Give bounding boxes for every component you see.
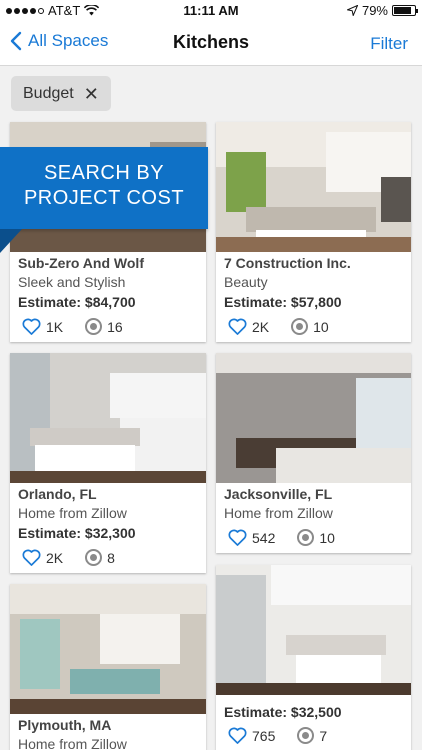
- kitchen-photo: [216, 565, 411, 695]
- card-stats: 2K 8: [22, 549, 115, 566]
- like-stat[interactable]: 542: [228, 529, 275, 546]
- navigation-bar: All Spaces Kitchens Filter: [0, 22, 422, 66]
- project-card[interactable]: Jacksonville, FL Home from Zillow 542 10: [216, 353, 411, 553]
- view-count-icon: [85, 318, 103, 335]
- banner-line-2: PROJECT COST: [23, 187, 185, 209]
- card-title: 7 Construction Inc.: [224, 255, 351, 271]
- card-info: 7 Construction Inc. Beauty Estimate: $57…: [224, 255, 405, 310]
- view-count: 7: [319, 727, 328, 744]
- card-stats: 1K 16: [22, 318, 123, 335]
- card-estimate: Estimate: $32,500: [224, 704, 342, 720]
- project-card[interactable]: Orlando, FL Home from Zillow Estimate: $…: [10, 353, 206, 573]
- project-card[interactable]: Plymouth, MA Home from Zillow: [10, 584, 206, 750]
- view-count-icon: [297, 529, 315, 546]
- search-by-cost-banner[interactable]: SEARCH BY PROJECT COST: [0, 147, 208, 229]
- view-count: 10: [319, 529, 335, 546]
- like-count: 2K: [46, 549, 64, 566]
- card-subtitle: Beauty: [224, 274, 268, 290]
- project-card[interactable]: Estimate: $32,500 765 7: [216, 565, 411, 750]
- heart-icon: [22, 549, 41, 566]
- like-count: 542: [252, 529, 276, 546]
- card-info: Orlando, FL Home from Zillow Estimate: $…: [18, 486, 200, 541]
- like-stat[interactable]: 1K: [22, 318, 63, 335]
- kitchen-photo: [216, 353, 411, 483]
- like-count: 2K: [252, 318, 270, 335]
- kitchen-photo: [10, 353, 206, 483]
- view-stat: 16: [85, 318, 123, 335]
- view-count: 16: [107, 318, 123, 335]
- view-stat: 7: [297, 727, 327, 744]
- card-estimate: Estimate: $84,700: [18, 294, 136, 310]
- back-button[interactable]: All Spaces: [10, 31, 108, 51]
- card-subtitle: Sleek and Stylish: [18, 274, 126, 290]
- filter-button[interactable]: Filter: [370, 34, 408, 54]
- heart-icon: [228, 318, 247, 335]
- kitchen-photo: [216, 122, 411, 252]
- like-stat[interactable]: 765: [228, 727, 275, 744]
- card-info: Sub-Zero And Wolf Sleek and Stylish Esti…: [18, 255, 200, 310]
- heart-icon: [22, 318, 41, 335]
- view-stat: 10: [297, 529, 335, 546]
- card-info: Estimate: $32,500: [224, 700, 405, 720]
- status-right: 79%: [346, 3, 418, 18]
- view-count: 10: [313, 318, 329, 335]
- location-arrow-icon: [346, 5, 358, 16]
- card-estimate: Estimate: $32,300: [18, 525, 136, 541]
- status-bar: AT&T 11:11 AM 79%: [0, 0, 422, 22]
- card-title: Jacksonville, FL: [224, 486, 333, 502]
- like-count: 765: [252, 727, 276, 744]
- budget-filter-chip: Budget ✕: [11, 76, 111, 111]
- card-title: Sub-Zero And Wolf: [18, 255, 144, 271]
- card-subtitle: Home from Zillow: [224, 505, 333, 521]
- like-stat[interactable]: 2K: [22, 549, 63, 566]
- remove-filter-icon[interactable]: ✕: [84, 85, 99, 103]
- like-stat[interactable]: 2K: [228, 318, 269, 335]
- card-info: Plymouth, MA Home from Zillow: [18, 717, 200, 750]
- chip-label: Budget: [23, 84, 74, 102]
- back-button-label: All Spaces: [28, 31, 109, 50]
- card-subtitle: Home from Zillow: [18, 736, 127, 750]
- chevron-left-icon: [10, 31, 22, 51]
- like-count: 1K: [46, 318, 64, 335]
- view-stat: 10: [291, 318, 329, 335]
- view-count: 8: [107, 549, 115, 566]
- kitchen-photo: [10, 584, 206, 714]
- card-info: Jacksonville, FL Home from Zillow: [224, 486, 405, 521]
- project-card[interactable]: 7 Construction Inc. Beauty Estimate: $57…: [216, 122, 411, 342]
- view-stat: 8: [85, 549, 115, 566]
- heart-icon: [228, 529, 247, 546]
- card-stats: 2K 10: [228, 318, 329, 335]
- banner-ribbon-fold: [0, 229, 22, 253]
- card-estimate: Estimate: $57,800: [224, 294, 342, 310]
- card-stats: 542 10: [228, 529, 335, 546]
- heart-icon: [228, 727, 247, 744]
- battery-percent: 79%: [361, 3, 388, 18]
- card-subtitle: Home from Zillow: [18, 505, 127, 521]
- banner-line-1: SEARCH BY: [43, 162, 165, 184]
- view-count-icon: [291, 318, 309, 335]
- card-title: Orlando, FL: [18, 486, 97, 502]
- card-title: Plymouth, MA: [18, 717, 112, 733]
- battery-icon: [392, 5, 418, 16]
- view-count-icon: [297, 727, 315, 744]
- card-stats: 765 7: [228, 727, 327, 744]
- view-count-icon: [85, 549, 103, 566]
